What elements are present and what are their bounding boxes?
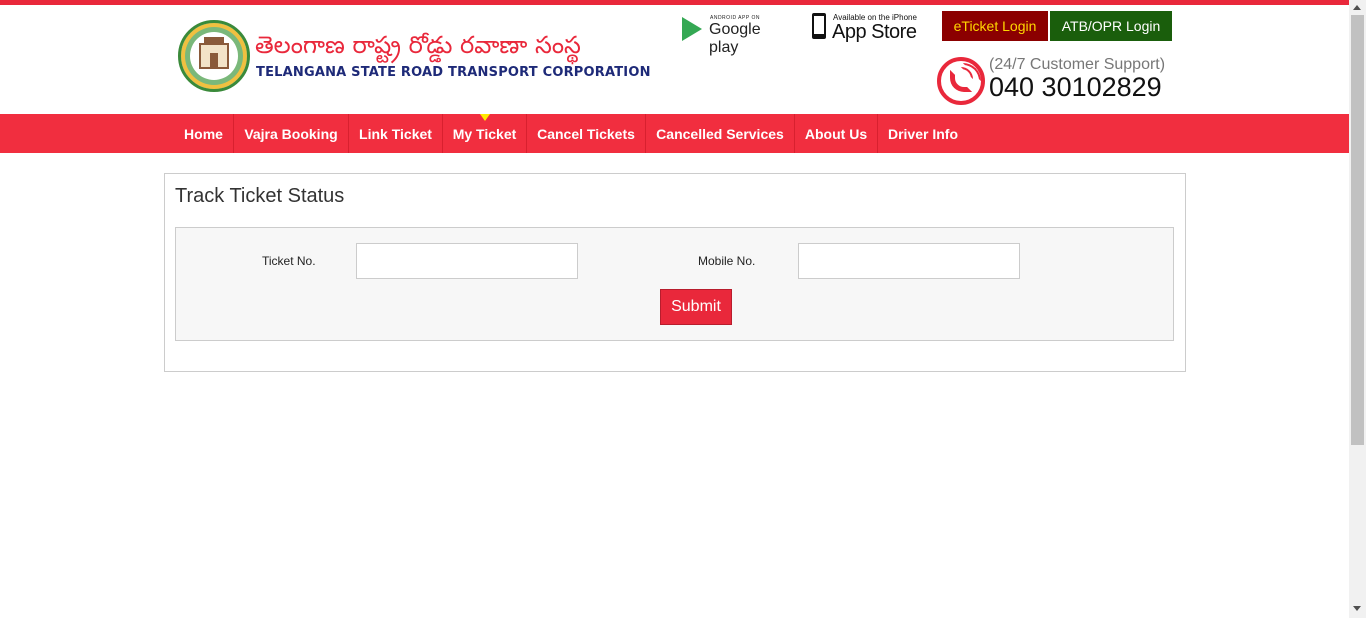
active-nav-caret-icon — [480, 114, 490, 121]
support-number: 040 30102829 — [989, 72, 1162, 102]
brand-telugu-name[interactable]: తెలంగాణ రాష్ట్ర రోడ్డు రవాణా సంస్థ — [255, 31, 581, 65]
ticket-number-label: Ticket No. — [262, 254, 316, 268]
scroll-thumb[interactable] — [1351, 15, 1364, 445]
track-ticket-panel: Track Ticket Status Ticket No. Mobile No… — [164, 173, 1186, 372]
mobile-number-input[interactable] — [798, 243, 1020, 279]
track-ticket-form: Ticket No. Mobile No. Submit — [175, 227, 1174, 341]
ticket-number-input[interactable] — [356, 243, 578, 279]
nav-about-us[interactable]: About Us — [795, 114, 878, 153]
nav-cancel-tickets[interactable]: Cancel Tickets — [527, 114, 646, 153]
nav-driver-info[interactable]: Driver Info — [878, 114, 968, 153]
mobile-number-label: Mobile No. — [698, 254, 756, 268]
brand-english-name[interactable]: TELANGANA STATE ROAD TRANSPORT CORPORATI… — [256, 65, 651, 80]
app-store-label: App Store — [832, 21, 917, 43]
atb-opr-login-button[interactable]: ATB/OPR Login — [1050, 11, 1172, 41]
scroll-down-arrow-icon[interactable] — [1353, 606, 1361, 611]
google-play-label: Google play — [709, 21, 761, 56]
page-scrollbar[interactable] — [1349, 0, 1366, 618]
main-nav: Home Vajra Booking Link Ticket My Ticket… — [0, 114, 1349, 153]
nav-vajra-booking[interactable]: Vajra Booking — [234, 114, 349, 153]
scroll-up-arrow-icon[interactable] — [1353, 5, 1361, 10]
nav-home[interactable]: Home — [174, 114, 234, 153]
submit-button[interactable]: Submit — [660, 289, 732, 325]
iphone-icon — [812, 13, 826, 39]
site-header: తెలంగాణ రాష్ట్ర రోడ్డు రవాణా సంస్థ TELAN… — [0, 5, 1349, 114]
nav-cancelled-services[interactable]: Cancelled Services — [646, 114, 795, 153]
eticket-login-button[interactable]: eTicket Login — [942, 11, 1048, 41]
tsrtc-seal-icon[interactable] — [178, 20, 250, 92]
app-store-badge[interactable]: Available on the iPhone App Store — [810, 10, 922, 44]
phone-support-icon — [937, 57, 985, 105]
google-play-badge[interactable]: ANDROID APP ON Google play — [680, 11, 792, 56]
page-title: Track Ticket Status — [175, 185, 345, 207]
nav-link-ticket[interactable]: Link Ticket — [349, 114, 443, 153]
google-play-icon — [682, 17, 702, 41]
